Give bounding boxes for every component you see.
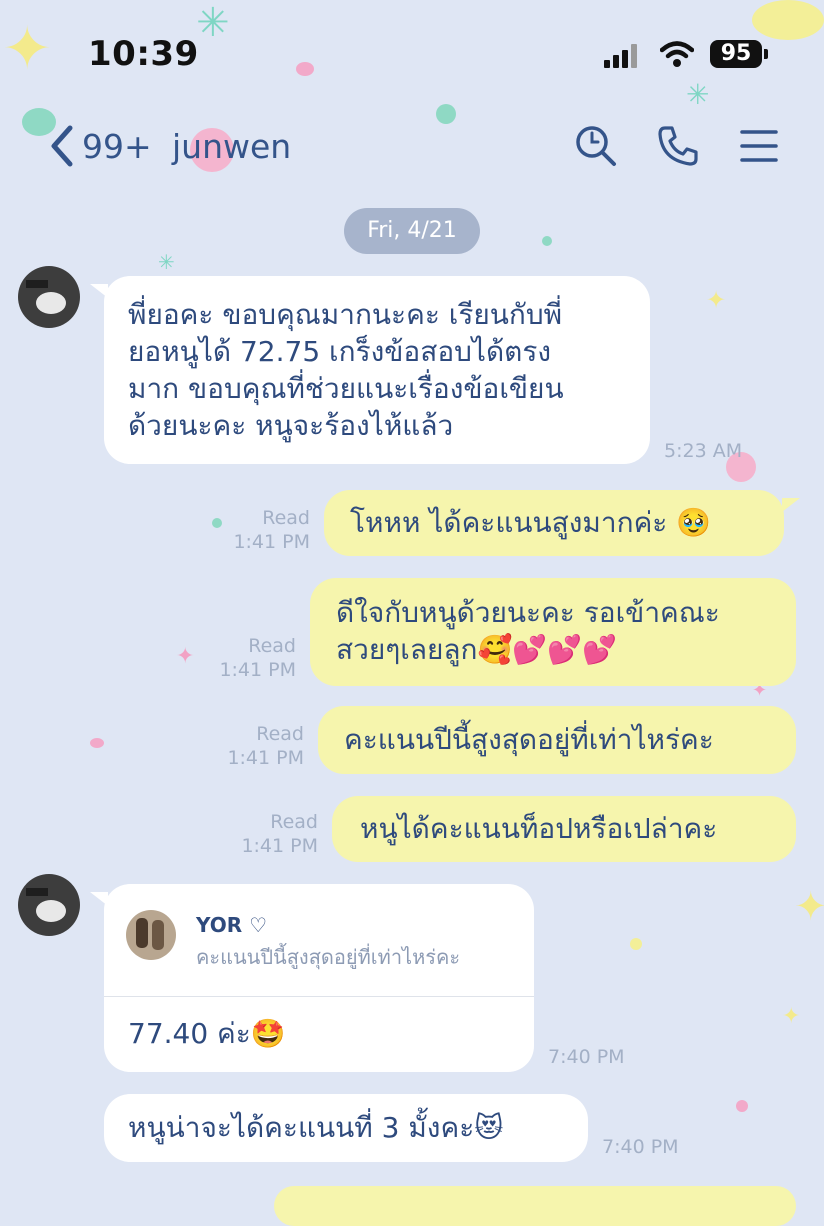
sparkle-decoration: ✳ [158, 250, 175, 274]
message-text: โหหห ได้คะแนนสูงมากค่ะ [350, 506, 668, 539]
battery-indicator: 95 [710, 40, 762, 68]
read-receipt: Read 1:41 PM [233, 507, 310, 553]
dot-decoration [630, 938, 642, 950]
battery-tip [764, 49, 768, 59]
contact-avatar[interactable] [18, 874, 80, 936]
message-time: 7:40 PM [548, 1046, 625, 1068]
star-struck-emoji: 🤩 [250, 1017, 286, 1050]
chat-title: junwen [172, 127, 292, 166]
read-receipt: Read 1:41 PM [241, 811, 318, 857]
message-line: ยอหนูได้ 72.75 เกร็งข้อสอบได้ตรง [128, 335, 552, 368]
star-decoration: ✦ [794, 884, 824, 930]
read-receipt: Read 1:41 PM [219, 635, 296, 681]
outgoing-message[interactable]: โหหห ได้คะแนนสูงมากค่ะ 🥹 [324, 490, 784, 556]
phone-icon[interactable] [656, 124, 700, 168]
outgoing-message-partial[interactable] [274, 1186, 796, 1226]
outgoing-message[interactable]: ดีใจกับหนูด้วยนะคะ รอเข้าคณะ สวยๆเลยลูก🥰… [310, 578, 796, 686]
star-decoration: ✦ [706, 286, 727, 314]
reply-avatar [126, 910, 176, 960]
star-decoration: ✦ [176, 644, 195, 669]
message-time: 7:40 PM [602, 1136, 679, 1158]
contact-avatar[interactable] [18, 266, 80, 328]
sparkle-decoration: ✳ [196, 0, 230, 46]
sparkle-decoration: ✳ [686, 78, 710, 111]
bubble-tail [782, 498, 800, 512]
dot-decoration [736, 1100, 748, 1112]
date-divider: Fri, 4/21 [344, 208, 480, 254]
back-chevron-icon[interactable] [46, 124, 76, 168]
message-line: มาก ขอบคุณที่ช่วยแนะเรื่องข้อเขียน [128, 372, 564, 405]
pleading-face-emoji: 🥹 [676, 506, 712, 539]
incoming-message[interactable]: หนูน่าจะได้คะแนนที่ 3 มั้งคะ😻 [104, 1094, 588, 1162]
message-text: หนูได้คะแนนท็อปหรือเปล่าคะ [360, 812, 718, 845]
message-text: หนูน่าจะได้คะแนนที่ 3 มั้งคะ [128, 1111, 475, 1144]
hearts-emoji: 🥰💕💕💕 [477, 633, 617, 666]
search-icon[interactable] [574, 124, 618, 168]
reply-sender: YOR ♡ [196, 913, 268, 937]
quoted-reply[interactable]: YOR ♡ คะแนนปีนี้สูงสุดอยู่ที่เท่าไหร่คะ [104, 884, 534, 997]
incoming-message[interactable]: พี่ยอคะ ขอบคุณมากนะคะ เรียนกับพี่ ยอหนูไ… [104, 276, 650, 464]
read-receipt: Read 1:41 PM [227, 723, 304, 769]
outgoing-message[interactable]: คะแนนปีนี้สูงสุดอยู่ที่เท่าไหร่คะ [318, 706, 796, 774]
message-line: พี่ยอคะ ขอบคุณมากนะคะ เรียนกับพี่ [128, 298, 563, 331]
status-time: 10:39 [88, 34, 199, 74]
heart-eyes-cat-emoji: 😻 [474, 1111, 504, 1144]
wifi-icon [660, 41, 694, 67]
outgoing-message[interactable]: หนูได้คะแนนท็อปหรือเปล่าคะ [332, 796, 796, 862]
star-decoration: ✦ [2, 14, 53, 84]
dot-decoration [90, 738, 104, 748]
star-decoration: ✦ [782, 1004, 801, 1029]
dot-decoration [296, 62, 314, 76]
reply-quote: คะแนนปีนี้สูงสุดอยู่ที่เท่าไหร่คะ [196, 945, 461, 969]
message-line: ดีใจกับหนูด้วยนะคะ รอเข้าคณะ [336, 596, 720, 629]
message-time: 5:23 AM [664, 440, 743, 462]
dot-decoration [542, 236, 552, 246]
dot-decoration [436, 104, 456, 124]
menu-icon[interactable] [740, 128, 778, 164]
incoming-reply-message[interactable]: YOR ♡ คะแนนปีนี้สูงสุดอยู่ที่เท่าไหร่คะ … [104, 884, 534, 1072]
unread-count[interactable]: 99+ [82, 127, 152, 166]
planet-decoration [752, 0, 824, 40]
signal-icon [604, 44, 637, 68]
message-line: ด้วยนะคะ หนูจะร้องไห้แล้ว [128, 409, 454, 442]
message-line: สวยๆเลยลูก [336, 633, 478, 666]
message-text: 77.40 ค่ะ [128, 1017, 251, 1050]
message-text: คะแนนปีนี้สูงสุดอยู่ที่เท่าไหร่คะ [344, 723, 714, 756]
